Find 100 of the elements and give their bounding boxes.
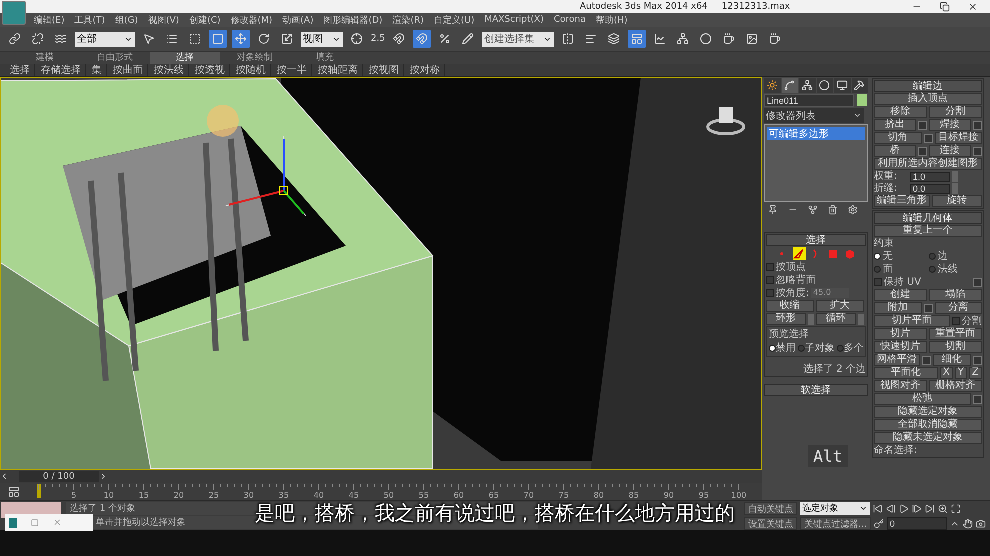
key-mode-dropdown[interactable]: 选定对象 — [800, 502, 870, 515]
radio-button[interactable]: 边 — [929, 250, 982, 262]
panel-button[interactable]: 创建 — [874, 289, 927, 301]
panel-button[interactable]: 桥 — [874, 145, 916, 157]
settings-button[interactable] — [973, 278, 982, 286]
named-selection-dropdown[interactable]: 创建选择集 — [482, 32, 554, 46]
next-icon[interactable] — [99, 472, 108, 481]
panel-button[interactable]: 利用所选内容创建图形 — [874, 158, 982, 170]
ribbon-tool[interactable]: 按随机 — [232, 64, 271, 76]
panel-button[interactable]: 附加 — [874, 302, 922, 314]
object-color-swatch[interactable] — [857, 94, 867, 106]
panel-button[interactable]: 切角 — [874, 132, 922, 144]
panel-button[interactable]: 分割 — [929, 106, 982, 118]
panel-button[interactable]: 目标焊接 — [934, 132, 982, 144]
ribbon-tab[interactable]: 建模 — [10, 52, 80, 64]
pin-icon[interactable] — [768, 205, 778, 215]
next-frame-icon[interactable] — [912, 504, 922, 514]
panel-button[interactable]: 插入顶点 — [874, 93, 982, 105]
menu-item[interactable]: 创建(C) — [189, 14, 221, 26]
axis-button[interactable]: X — [940, 367, 954, 379]
angle-snap-icon[interactable] — [413, 30, 432, 48]
ribbon-tool[interactable]: 按一半 — [273, 64, 312, 76]
radio-button[interactable]: 多个 — [837, 342, 864, 354]
checkbox[interactable]: 忽略背面 — [766, 274, 816, 286]
panel-button[interactable]: 重复上一个 — [874, 225, 982, 237]
curve-icon[interactable] — [782, 78, 798, 93]
menu-item[interactable]: 渲染(R) — [392, 14, 424, 26]
object-name-field[interactable]: Line011 — [764, 94, 854, 107]
sun-icon[interactable] — [764, 78, 780, 93]
auto-key-button[interactable]: 自动关键点 — [744, 502, 798, 515]
axis-button[interactable]: Z — [969, 367, 982, 379]
key-filters-button[interactable]: 关键点过滤器... — [800, 517, 871, 530]
panel-button[interactable]: 旋转 — [932, 195, 982, 207]
settings-button[interactable] — [973, 394, 982, 404]
angle-field[interactable]: 45.0 — [811, 288, 850, 298]
panel-button[interactable]: 视图对齐 — [874, 380, 927, 392]
checkbox[interactable]: 按角度: — [766, 287, 810, 299]
panel-button[interactable]: 循环 — [816, 313, 856, 325]
fork-icon[interactable] — [808, 205, 818, 215]
menu-item[interactable]: 编辑(E) — [34, 14, 65, 26]
settings-button[interactable] — [922, 356, 931, 364]
menu-item[interactable]: Corona — [554, 15, 586, 25]
panel-button[interactable]: 连接 — [929, 145, 971, 157]
panel-button[interactable]: 快速切片 — [874, 341, 927, 353]
menu-item[interactable]: MAXScript(X) — [484, 15, 544, 25]
ribbon-tool[interactable]: 按对称 — [406, 64, 445, 76]
ribbon-tab[interactable]: 选择 — [150, 52, 220, 64]
ribbon-tool[interactable]: 按轴距离 — [314, 64, 363, 76]
previous-frame-icon[interactable] — [886, 504, 896, 514]
maximize-icon[interactable] — [951, 504, 962, 514]
go-to-start-icon[interactable] — [873, 504, 884, 514]
ribbon-tool[interactable]: 集 — [88, 64, 107, 76]
monitor-icon[interactable] — [834, 78, 850, 93]
rollout-title[interactable]: 选择 — [766, 234, 866, 246]
menu-item[interactable]: 动画(A) — [282, 14, 314, 26]
settings-button[interactable] — [973, 120, 982, 130]
panel-button[interactable]: 重置平面 — [929, 328, 982, 340]
radio-button[interactable]: 面 — [874, 263, 927, 275]
modifier-list-dropdown[interactable]: 修改器列表 — [764, 108, 864, 123]
panel-button[interactable]: 细化 — [933, 354, 971, 366]
close-icon[interactable] — [968, 2, 978, 12]
menu-item[interactable]: 自定义(U) — [434, 14, 475, 26]
ribbon-tool[interactable]: 按透视 — [191, 64, 230, 76]
square-icon[interactable] — [209, 30, 227, 48]
hammer-icon[interactable] — [852, 78, 868, 93]
panel-button[interactable]: 隐藏未选定对象 — [874, 432, 982, 444]
menu-item[interactable]: 视图(V) — [148, 14, 180, 26]
rollout-title[interactable]: 编辑几何体 — [874, 212, 982, 224]
disc-icon[interactable] — [816, 78, 833, 93]
panel-button[interactable]: 环形 — [766, 313, 806, 325]
camera-icon[interactable] — [976, 518, 986, 528]
settings-icon[interactable] — [848, 205, 858, 215]
hierarchy-icon[interactable] — [799, 78, 816, 93]
previous-icon[interactable] — [0, 472, 9, 481]
ribbon-tab[interactable]: 自由形式 — [80, 52, 150, 64]
panel-button[interactable]: 松弛 — [874, 393, 971, 405]
checkbox[interactable]: 分割 — [952, 315, 982, 327]
settings-button[interactable] — [973, 146, 982, 156]
panel-button[interactable]: 网格平滑 — [874, 354, 920, 366]
trash-icon[interactable] — [828, 205, 838, 215]
ribbon-tab[interactable]: 对象绘制 — [220, 52, 290, 64]
panel-button[interactable]: 栅格对齐 — [929, 380, 982, 392]
settings-button[interactable] — [973, 356, 982, 364]
panel-button[interactable]: 移除 — [874, 106, 927, 118]
panel-button[interactable]: 切片 — [874, 328, 927, 340]
set-key-button[interactable]: 设置关键点 — [744, 517, 798, 530]
menu-item[interactable]: 工具(T) — [74, 14, 106, 26]
current-frame-field[interactable]: 0 — [887, 517, 947, 530]
key-icon[interactable] — [874, 518, 884, 528]
panel-button[interactable]: 平面化 — [874, 367, 938, 379]
stack-item[interactable]: 可编辑多边形 — [767, 127, 865, 140]
axis-button[interactable]: Y — [955, 367, 968, 379]
ribbon-tool[interactable]: 按视图 — [365, 64, 404, 76]
panel-button[interactable]: 分离 — [934, 302, 982, 314]
edge-icon[interactable] — [792, 247, 806, 260]
play-icon[interactable] — [899, 504, 910, 514]
reference-coordinate-dropdown[interactable]: 视图 — [301, 32, 343, 46]
spinner-field[interactable]: 1.0 — [910, 172, 950, 182]
radio-button[interactable]: 禁用 — [769, 342, 796, 354]
rollout-title[interactable]: 编辑边 — [874, 80, 982, 92]
